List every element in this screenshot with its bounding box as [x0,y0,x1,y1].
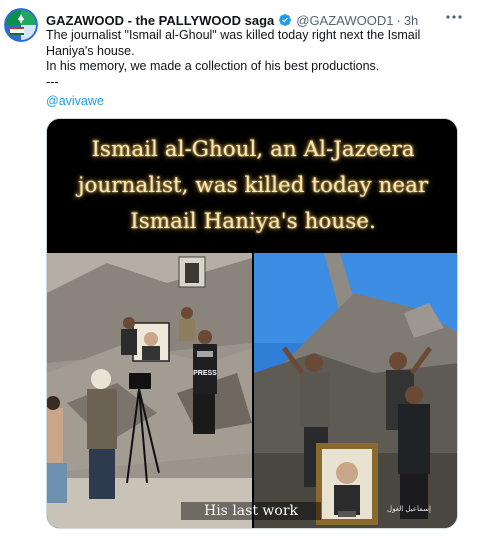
photo-rubble-interview: PRESS [47,253,252,528]
author-name[interactable]: GAZAWOOD - the PALLYWOOD saga [46,13,274,28]
tweet-header: GAZAWOOD - the PALLYWOOD saga @GAZAWOOD1… [46,10,446,30]
watermark: إسماعيل الغول [387,505,431,513]
caption-line: Ismail Haniya's house. [130,209,376,234]
photo-boys-with-portrait [254,253,457,528]
avatar-logo-icon [4,8,38,42]
tweet-text-line: --- [46,74,59,89]
video-subtitle: His last work [181,502,321,520]
press-vest-label: PRESS [193,370,217,377]
mention-link[interactable]: @avivawe [46,94,104,108]
caption-line: Ismail al-Ghoul, an Al-Jazeera [91,137,415,162]
tweet-media[interactable]: Ismail al-Ghoul, an Al-Jazeera journalis… [46,118,458,529]
timestamp[interactable]: 3h [404,13,418,28]
more-options-icon[interactable] [445,10,463,24]
caption-line: journalist, was killed today near [77,173,429,198]
tweet-text: The journalist "Ismail al-Ghoul" was kil… [46,28,446,90]
verified-badge-icon [278,13,292,27]
tweet-text-line: The journalist "Ismail al-Ghoul" was kil… [46,28,421,42]
tweet-text-line: In his memory, we made a collection of h… [46,59,380,73]
avatar[interactable] [4,8,38,42]
tweet[interactable]: GAZAWOOD - the PALLYWOOD saga @GAZAWOOD1… [0,0,484,540]
video-caption: Ismail al-Ghoul, an Al-Jazeera journalis… [47,119,457,253]
separator-dot: · [396,12,401,28]
tweet-text-line: Haniya's house. [46,43,135,58]
author-handle[interactable]: @GAZAWOOD1 [296,13,393,28]
